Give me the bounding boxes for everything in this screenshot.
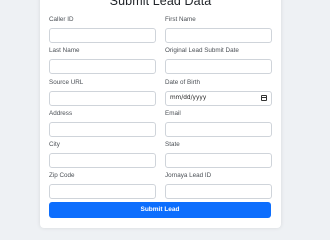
last-name-input[interactable] (49, 59, 156, 74)
source-url-label: Source URL (49, 79, 84, 86)
zip-code-input[interactable] (49, 184, 156, 199)
caller-id-input[interactable] (49, 28, 156, 43)
state-input[interactable] (165, 153, 272, 168)
original-lead-submit-date-label: Original Lead Submit Date (165, 47, 239, 54)
date-of-birth-label: Date of Birth (165, 79, 200, 86)
email-input[interactable] (165, 122, 272, 137)
form-title: Submit Lead Data (109, 0, 212, 8)
state-label: State (165, 141, 180, 148)
caller-id-label: Caller ID (49, 16, 74, 23)
date-of-birth-input[interactable]: mm/dd/yyyy (165, 91, 272, 106)
jornaya-lead-id-input[interactable] (165, 184, 272, 199)
address-input[interactable] (49, 122, 156, 137)
date-of-birth-placeholder: mm/dd/yyyy (170, 95, 207, 101)
city-label: City (49, 141, 60, 148)
first-name-label: First Name (165, 16, 196, 23)
jornaya-lead-id-label: Jornaya Lead ID (165, 172, 212, 179)
source-url-input[interactable] (49, 91, 156, 106)
zip-code-label: Zip Code (49, 172, 75, 179)
city-input[interactable] (49, 153, 156, 168)
calendar-icon[interactable] (261, 95, 267, 101)
address-label: Address (49, 110, 73, 117)
last-name-label: Last Name (49, 47, 80, 54)
email-label: Email (165, 110, 181, 117)
lead-form-card: Submit Lead Data Caller ID First Name La… (40, 0, 281, 228)
submit-lead-button[interactable]: Submit Lead (49, 202, 271, 218)
original-lead-submit-date-input[interactable] (165, 59, 272, 74)
first-name-input[interactable] (165, 28, 272, 43)
